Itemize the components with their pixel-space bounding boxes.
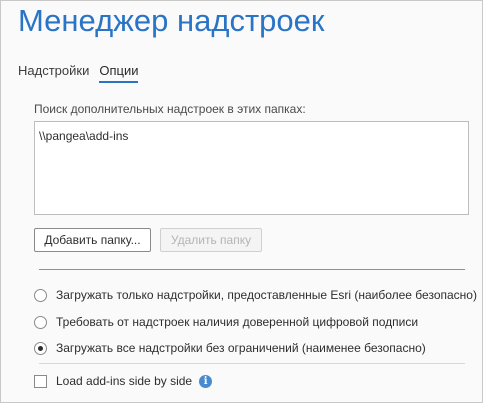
- add-folder-button[interactable]: Добавить папку...: [34, 228, 151, 252]
- radio-label: Загружать все надстройки без ограничений…: [56, 341, 426, 355]
- info-icon[interactable]: i: [199, 374, 213, 388]
- radio-label: Загружать только надстройки, предоставле…: [56, 288, 477, 302]
- folder-list-item[interactable]: \\pangea\add-ins: [39, 129, 128, 143]
- tab-bar: Надстройки Опции: [18, 63, 139, 83]
- addin-manager-panel: Менеджер надстроек Надстройки Опции Поис…: [0, 0, 483, 403]
- side-by-side-checkbox[interactable]: [34, 374, 47, 388]
- radio-option-all[interactable]: Загружать все надстройки без ограничений…: [34, 341, 426, 355]
- remove-folder-button: Удалить папку: [160, 228, 262, 252]
- side-by-side-label[interactable]: Load add-ins side by side: [56, 374, 192, 388]
- radio-label: Требовать от надстроек наличия доверенно…: [56, 315, 419, 329]
- folder-list[interactable]: \\pangea\add-ins: [34, 121, 469, 215]
- radio-option-signed[interactable]: Требовать от надстроек наличия доверенно…: [34, 315, 418, 329]
- side-by-side-option: Load add-ins side by side i: [34, 374, 213, 388]
- page-title: Менеджер надстроек: [18, 3, 325, 38]
- radio-button[interactable]: [34, 288, 47, 302]
- tab-addins[interactable]: Надстройки: [18, 63, 89, 83]
- radio-button[interactable]: [34, 315, 47, 329]
- folders-label: Поиск дополнительных надстроек в этих па…: [34, 102, 306, 116]
- section-divider: [39, 269, 465, 270]
- tab-options[interactable]: Опции: [99, 63, 139, 83]
- radio-option-esri-only[interactable]: Загружать только надстройки, предоставле…: [34, 288, 477, 302]
- section-divider: [39, 363, 465, 364]
- radio-button-selected[interactable]: [34, 341, 47, 355]
